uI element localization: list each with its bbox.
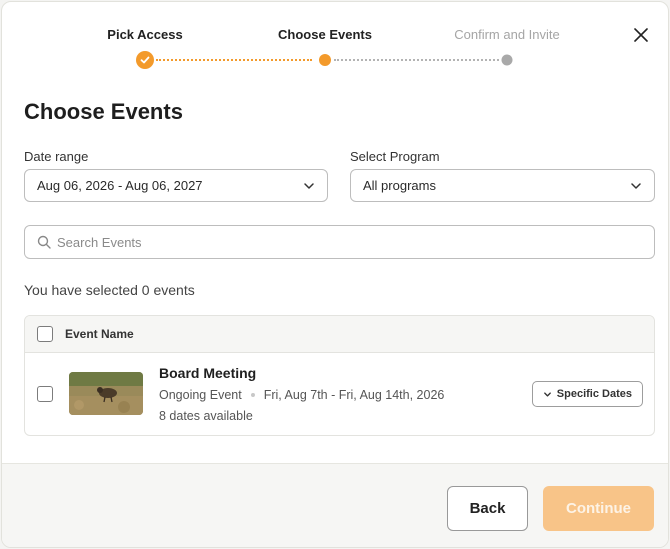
chevron-down-icon [543, 391, 551, 397]
close-icon [634, 28, 648, 42]
date-range-select[interactable]: Aug 06, 2026 - Aug 06, 2027 [24, 169, 328, 202]
event-type: Ongoing Event [159, 388, 242, 402]
search-field[interactable] [24, 225, 655, 259]
date-range-value: Aug 06, 2026 - Aug 06, 2027 [37, 178, 203, 193]
event-meta: Ongoing Event Fri, Aug 7th - Fri, Aug 14… [159, 388, 444, 402]
events-table: Event Name Board Meeting Ongoing Event F… [24, 315, 655, 436]
select-all-checkbox[interactable] [37, 326, 53, 342]
continue-button[interactable]: Continue [543, 486, 654, 531]
program-label: Select Program [350, 149, 440, 164]
back-button[interactable]: Back [447, 486, 528, 531]
program-select[interactable]: All programs [350, 169, 655, 202]
step-current-indicator [319, 54, 331, 66]
table-header: Event Name [25, 316, 654, 353]
step-label-pick-access: Pick Access [107, 27, 183, 42]
date-range-label: Date range [24, 149, 89, 164]
event-date-span: Fri, Aug 7th - Fri, Aug 14th, 2026 [263, 388, 445, 402]
event-availability: 8 dates available [159, 409, 253, 423]
step-label-confirm-invite: Confirm and Invite [454, 27, 560, 42]
step-connector-done [156, 59, 312, 61]
table-row: Board Meeting Ongoing Event Fri, Aug 7th… [25, 353, 654, 435]
step-connector-pending [334, 59, 499, 61]
page-title: Choose Events [24, 99, 183, 124]
event-thumbnail [69, 372, 143, 415]
selection-count-text: You have selected 0 events [24, 282, 195, 298]
meta-separator [250, 393, 255, 397]
column-header-event-name: Event Name [65, 327, 134, 341]
step-done-indicator [136, 51, 154, 69]
modal-footer: Back Continue [2, 463, 668, 547]
row-checkbox[interactable] [37, 386, 53, 402]
specific-dates-label: Specific Dates [556, 388, 632, 400]
progress-stepper: Pick Access Choose Events Confirm and In… [2, 2, 668, 82]
choose-events-modal: Pick Access Choose Events Confirm and In… [1, 1, 669, 548]
search-input[interactable] [57, 234, 617, 250]
event-name: Board Meeting [159, 365, 257, 381]
check-icon [140, 56, 150, 64]
step-future-indicator [501, 54, 513, 66]
step-label-choose-events: Choose Events [278, 27, 372, 42]
chevron-down-icon [631, 182, 641, 189]
close-button[interactable] [632, 26, 650, 44]
chevron-down-icon [304, 182, 314, 189]
program-value: All programs [363, 178, 436, 193]
specific-dates-button[interactable]: Specific Dates [531, 381, 643, 407]
search-icon [37, 235, 51, 249]
